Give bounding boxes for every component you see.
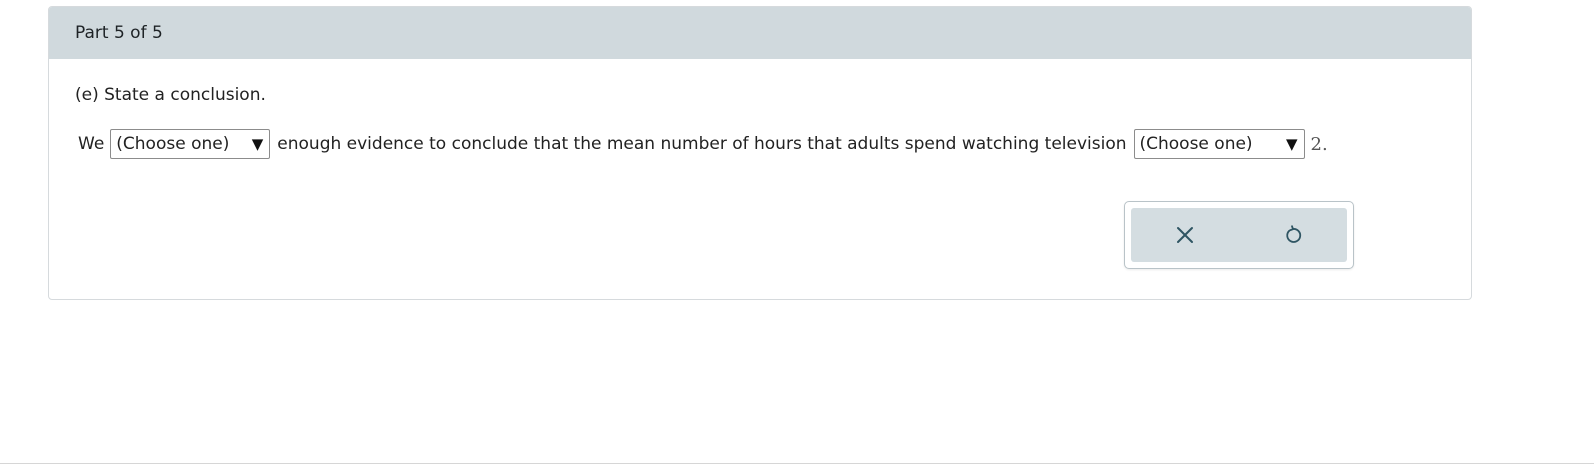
clear-button[interactable] bbox=[1165, 215, 1205, 255]
evidence-select-value: (Choose one) bbox=[116, 134, 230, 154]
comparison-select-value: (Choose one) bbox=[1139, 134, 1253, 154]
question-prompt: (e) State a conclusion. bbox=[75, 85, 266, 105]
conclusion-sentence: We (Choose one) ▼ enough evidence to con… bbox=[78, 129, 1328, 159]
sentence-middle-text: enough evidence to conclude that the mea… bbox=[277, 134, 1127, 154]
comparison-select[interactable]: (Choose one) ▼ bbox=[1133, 129, 1305, 159]
reset-button[interactable] bbox=[1273, 215, 1313, 255]
undo-icon bbox=[1286, 225, 1302, 243]
evidence-select[interactable]: (Choose one) ▼ bbox=[110, 129, 271, 159]
panel-header: Part 5 of 5 bbox=[49, 7, 1471, 59]
answer-actions-bar bbox=[1131, 208, 1347, 262]
dropdown-arrow-icon: ▼ bbox=[251, 135, 264, 153]
dropdown-arrow-icon: ▼ bbox=[1285, 135, 1298, 153]
sentence-tail-text: 2. bbox=[1310, 133, 1328, 155]
question-panel: Part 5 of 5 (e) State a conclusion. We (… bbox=[48, 6, 1472, 300]
close-icon bbox=[1177, 227, 1193, 243]
part-label: Part 5 of 5 bbox=[75, 23, 163, 43]
sentence-word-we: We bbox=[78, 134, 105, 154]
answer-actions bbox=[1124, 201, 1354, 269]
